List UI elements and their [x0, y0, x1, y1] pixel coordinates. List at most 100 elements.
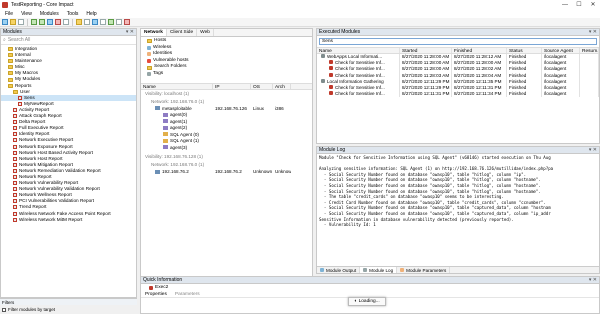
tab-web[interactable]: Web: [197, 29, 214, 36]
pin-icon[interactable]: ▾ ✕: [589, 277, 597, 284]
group-row[interactable]: Visibility: localhost (1): [141, 90, 312, 98]
list-item-identities[interactable]: Identities: [147, 51, 306, 58]
refresh-icon[interactable]: [100, 19, 106, 25]
module-icon: [13, 126, 17, 131]
search-icon: ⌕: [3, 37, 6, 43]
column-status[interactable]: Status: [507, 48, 542, 53]
open-workspace-icon[interactable]: [10, 19, 16, 25]
report-icon[interactable]: [76, 19, 82, 25]
parameters-icon: [400, 268, 405, 272]
rpt-client-icon[interactable]: [39, 19, 45, 25]
tab-module-output[interactable]: Module Output: [317, 267, 361, 273]
group-row[interactable]: Network: 192.168.76.0 (1): [141, 98, 312, 106]
list-item-label: Tags: [153, 70, 164, 76]
list-item-hosts[interactable]: Hosts: [147, 38, 306, 45]
delete-icon[interactable]: [124, 19, 130, 25]
cell-status: Finished: [507, 91, 542, 98]
tab-parameters[interactable]: Parameters: [171, 291, 204, 297]
minimize-button[interactable]: —: [558, 0, 572, 10]
folder-icon: [8, 83, 13, 88]
new-workspace-icon[interactable]: [2, 19, 8, 25]
host-ip: 192.168.76.2: [215, 169, 242, 175]
host-name-label: SQL Agent (1): [170, 138, 199, 144]
filter-modules-checkbox[interactable]: Filter modules by target: [2, 307, 55, 312]
host-arch: [273, 145, 291, 152]
table-row[interactable]: agent(3): [141, 145, 312, 152]
menu-tools[interactable]: Tools: [67, 11, 79, 17]
executed-filter-input[interactable]: Sens: [319, 38, 597, 45]
group-row[interactable]: Network: 192.168.76.0 (1): [141, 161, 312, 169]
app-icon: [2, 2, 8, 8]
title-bar: TestReporting - Core Impact — ☐ ✕: [0, 0, 600, 10]
folder-icon: [8, 47, 13, 52]
stop-icon[interactable]: [55, 19, 61, 25]
module-icon: [13, 114, 17, 119]
list-item-tags[interactable]: Tags: [147, 71, 306, 78]
column-name[interactable]: Name: [317, 48, 400, 53]
column-resume[interactable]: Resum...: [580, 48, 599, 53]
rpt-network-icon[interactable]: [31, 19, 37, 25]
tab-properties[interactable]: Properties: [141, 291, 171, 297]
log-icon: [363, 268, 368, 272]
tab-module-log[interactable]: Module Log: [360, 267, 398, 273]
host-icon: [155, 106, 160, 111]
pin-icon[interactable]: ▾ ✕: [589, 29, 597, 36]
agent-icon: [163, 132, 168, 137]
search-input[interactable]: Search All: [8, 37, 31, 43]
module-name-label: Check for Sensitive Inf...: [335, 66, 385, 72]
host-icon: [155, 169, 160, 174]
module-icon: [13, 205, 17, 210]
module-icon: [13, 144, 17, 149]
menu-modules[interactable]: Modules: [40, 11, 59, 17]
options-icon[interactable]: [84, 19, 90, 25]
column-os[interactable]: OS: [251, 83, 273, 90]
filter-icon[interactable]: [116, 19, 122, 25]
tab-module-parameters[interactable]: Module Parameters: [397, 267, 451, 273]
menu-view[interactable]: View: [21, 11, 32, 17]
host-grid-header: Name IP OS Arch: [141, 82, 312, 90]
module-icon: [329, 66, 333, 71]
menu-help[interactable]: Help: [86, 11, 96, 17]
folder-icon: [8, 65, 13, 70]
column-finished[interactable]: Finished: [452, 48, 507, 53]
menu-file[interactable]: File: [5, 11, 13, 17]
column-started[interactable]: Started: [400, 48, 452, 53]
agent-icon[interactable]: [108, 19, 114, 25]
module-icon: [13, 120, 17, 125]
table-row[interactable]: Check for Sensitive Inf... 8/27/2020 12:1…: [317, 91, 599, 98]
column-arch[interactable]: Arch: [273, 83, 291, 90]
search-folder-icon: [147, 65, 152, 70]
close-button[interactable]: ✕: [586, 0, 600, 10]
column-ip[interactable]: IP: [213, 83, 251, 90]
tab-network[interactable]: Network: [141, 29, 167, 36]
loading-indicator: ◐ Loading...: [348, 297, 386, 306]
list-item-search-folders[interactable]: Search Folders: [147, 64, 306, 71]
executed-modules-panel: Executed Modules ▾ ✕ Sens Name Started F…: [316, 28, 600, 144]
tree-item[interactable]: Wireless Network MitM Report: [1, 217, 136, 223]
column-source-agent[interactable]: Source Agent: [542, 48, 580, 53]
maximize-button[interactable]: ☐: [572, 0, 586, 10]
module-search[interactable]: ⌕ Search All: [1, 36, 136, 45]
module-log-title: Module Log: [319, 147, 346, 153]
save-icon[interactable]: [18, 19, 24, 25]
module-log-header: Module Log ▾ ✕: [317, 147, 599, 154]
tab-client-side[interactable]: Client Side: [167, 29, 198, 36]
module-icon: [329, 60, 333, 65]
agent-icon: [163, 145, 168, 150]
pin-icon[interactable]: ▾ ✕: [126, 29, 134, 36]
column-name[interactable]: Name: [141, 83, 213, 90]
module-icon: [13, 175, 17, 180]
cell-finished: 8/27/2020 12:11:34 PM: [452, 91, 507, 98]
module-icon: [13, 217, 17, 222]
executed-grid-header: Name Started Finished Status Source Agen…: [317, 47, 599, 54]
table-row[interactable]: 192.168.76.2 192.168.76.2 Unknown Unknow…: [141, 169, 312, 176]
group-row[interactable]: Visibility: 192.168.76.128 (1): [141, 153, 312, 161]
checkbox-icon[interactable]: [2, 307, 6, 312]
executed-modules-header: Executed Modules ▾ ✕: [317, 29, 599, 36]
pin-icon[interactable]: ▾ ✕: [589, 147, 597, 154]
pause-icon[interactable]: [63, 19, 69, 25]
help-icon[interactable]: [92, 19, 98, 25]
module-icon: [149, 285, 153, 290]
rpt-web-icon[interactable]: [47, 19, 53, 25]
list-item-label: Search Folders: [154, 64, 187, 70]
